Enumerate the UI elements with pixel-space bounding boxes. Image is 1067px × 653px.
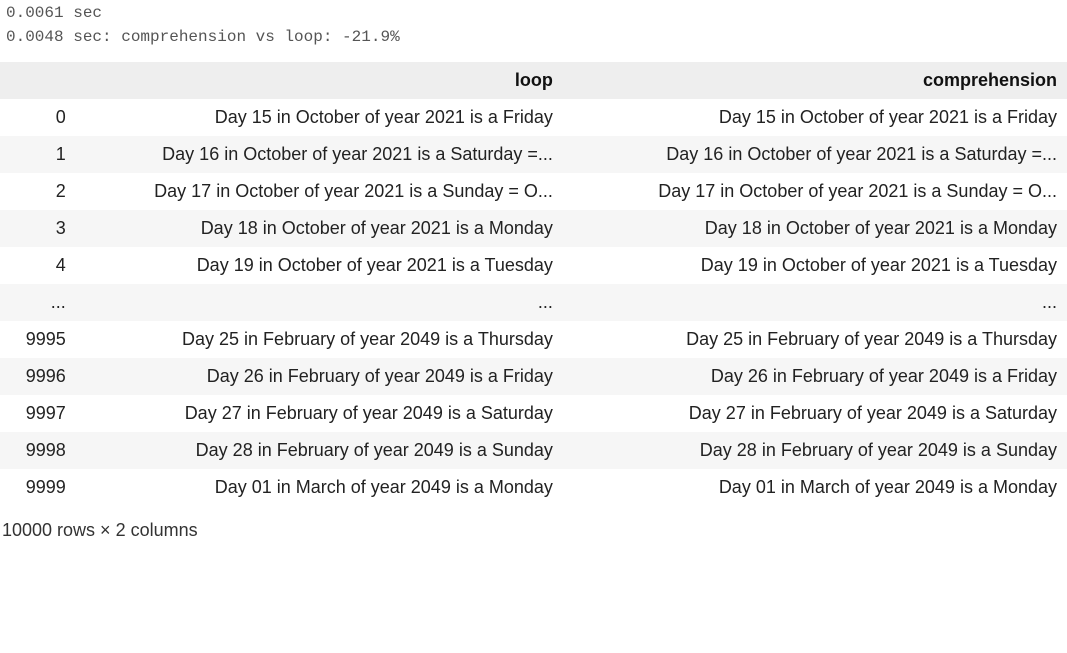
- table-row: 9997 Day 27 in February of year 2049 is …: [0, 395, 1067, 432]
- row-index: 9998: [0, 432, 80, 469]
- table-dimensions: 10000 rows × 2 columns: [0, 520, 1067, 541]
- cell-comprehension: Day 16 in October of year 2021 is a Satu…: [563, 136, 1067, 173]
- table-row: 0 Day 15 in October of year 2021 is a Fr…: [0, 99, 1067, 136]
- table-row: 9995 Day 25 in February of year 2049 is …: [0, 321, 1067, 358]
- header-row: loop comprehension: [0, 62, 1067, 99]
- row-index: 9995: [0, 321, 80, 358]
- cell-loop: Day 19 in October of year 2021 is a Tues…: [80, 247, 563, 284]
- row-index: 1: [0, 136, 80, 173]
- cell-comprehension: Day 27 in February of year 2049 is a Sat…: [563, 395, 1067, 432]
- cell-loop: Day 27 in February of year 2049 is a Sat…: [80, 395, 563, 432]
- cell-comprehension: ...: [563, 284, 1067, 321]
- cell-comprehension: Day 17 in October of year 2021 is a Sund…: [563, 173, 1067, 210]
- row-index: 9997: [0, 395, 80, 432]
- cell-comprehension: Day 18 in October of year 2021 is a Mond…: [563, 210, 1067, 247]
- table-row: 3 Day 18 in October of year 2021 is a Mo…: [0, 210, 1067, 247]
- table-row: 1 Day 16 in October of year 2021 is a Sa…: [0, 136, 1067, 173]
- cell-loop: Day 16 in October of year 2021 is a Satu…: [80, 136, 563, 173]
- cell-comprehension: Day 15 in October of year 2021 is a Frid…: [563, 99, 1067, 136]
- dataframe-table: loop comprehension 0 Day 15 in October o…: [0, 62, 1067, 506]
- col-header-comprehension: comprehension: [563, 62, 1067, 99]
- cell-loop: Day 25 in February of year 2049 is a Thu…: [80, 321, 563, 358]
- cell-loop: ...: [80, 284, 563, 321]
- row-index: 3: [0, 210, 80, 247]
- index-header: [0, 62, 80, 99]
- table-row-ellipsis: ... ... ...: [0, 284, 1067, 321]
- table-row: 2 Day 17 in October of year 2021 is a Su…: [0, 173, 1067, 210]
- row-index: 0: [0, 99, 80, 136]
- row-index: ...: [0, 284, 80, 321]
- cell-comprehension: Day 25 in February of year 2049 is a Thu…: [563, 321, 1067, 358]
- row-index: 9999: [0, 469, 80, 506]
- cell-comprehension: Day 19 in October of year 2021 is a Tues…: [563, 247, 1067, 284]
- cell-loop: Day 01 in March of year 2049 is a Monday: [80, 469, 563, 506]
- cell-loop: Day 17 in October of year 2021 is a Sund…: [80, 173, 563, 210]
- timing-line-1: 0.0061 sec: [0, 0, 1067, 24]
- cell-comprehension: Day 26 in February of year 2049 is a Fri…: [563, 358, 1067, 395]
- row-index: 4: [0, 247, 80, 284]
- table-row: 9998 Day 28 in February of year 2049 is …: [0, 432, 1067, 469]
- cell-comprehension: Day 28 in February of year 2049 is a Sun…: [563, 432, 1067, 469]
- cell-loop: Day 28 in February of year 2049 is a Sun…: [80, 432, 563, 469]
- cell-comprehension: Day 01 in March of year 2049 is a Monday: [563, 469, 1067, 506]
- cell-loop: Day 15 in October of year 2021 is a Frid…: [80, 99, 563, 136]
- cell-loop: Day 26 in February of year 2049 is a Fri…: [80, 358, 563, 395]
- table-row: 4 Day 19 in October of year 2021 is a Tu…: [0, 247, 1067, 284]
- table-row: 9996 Day 26 in February of year 2049 is …: [0, 358, 1067, 395]
- cell-loop: Day 18 in October of year 2021 is a Mond…: [80, 210, 563, 247]
- table-row: 9999 Day 01 in March of year 2049 is a M…: [0, 469, 1067, 506]
- timing-line-2: 0.0048 sec: comprehension vs loop: -21.9…: [0, 24, 1067, 48]
- row-index: 9996: [0, 358, 80, 395]
- dataframe-output: loop comprehension 0 Day 15 in October o…: [0, 62, 1067, 541]
- col-header-loop: loop: [80, 62, 563, 99]
- row-index: 2: [0, 173, 80, 210]
